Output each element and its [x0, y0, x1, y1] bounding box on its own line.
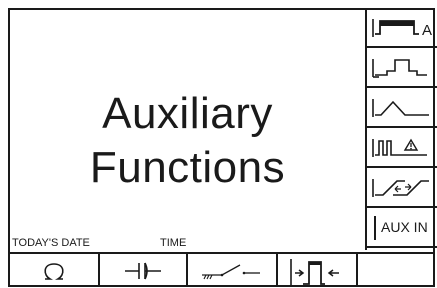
softkey-capacitor[interactable]: [100, 254, 188, 287]
display-screen: Auxiliary Functions A AUX IN TODAY'S DAT…: [8, 8, 437, 287]
softkey-aux-in[interactable]: AUX IN: [367, 208, 437, 248]
aux-in-label: AUX IN: [381, 219, 428, 235]
softkey-blank[interactable]: [358, 254, 433, 287]
softkey-ground-switch[interactable]: [188, 254, 278, 287]
pulse-arrow-icon: [290, 258, 339, 285]
svg-text:A: A: [422, 22, 432, 39]
title-line-2: Functions: [89, 142, 286, 192]
square-pulse-abc-icon: A: [372, 19, 432, 39]
ground-switch-icon: [202, 263, 260, 279]
softkey-pulse-arrow[interactable]: [278, 254, 358, 287]
main-title: Auxiliary Functions: [10, 10, 365, 245]
aux-in-icon: [374, 216, 376, 240]
capacitor-icon: [125, 262, 161, 279]
triangle-wave-icon: [372, 99, 429, 117]
softkey-ramp[interactable]: [367, 168, 437, 208]
pulse-warning-icon: [372, 138, 427, 157]
loop-icon: [44, 262, 64, 280]
right-softkey-column: A AUX IN: [365, 8, 437, 250]
softkey-square-pulse[interactable]: A: [367, 8, 437, 48]
softkey-triangle[interactable]: [367, 88, 437, 128]
softkey-loop[interactable]: [10, 254, 100, 287]
todays-date-label: TODAY'S DATE: [12, 237, 90, 249]
bottom-softkey-bar: [10, 252, 433, 287]
title-line-1: Auxiliary: [102, 88, 273, 138]
softkey-pulse-step[interactable]: [367, 48, 437, 88]
ramp-edge-icon: [372, 179, 429, 197]
pulse-step-icon: [372, 59, 427, 78]
softkey-pulse-warning[interactable]: [367, 128, 437, 168]
time-label: TIME: [160, 237, 187, 249]
